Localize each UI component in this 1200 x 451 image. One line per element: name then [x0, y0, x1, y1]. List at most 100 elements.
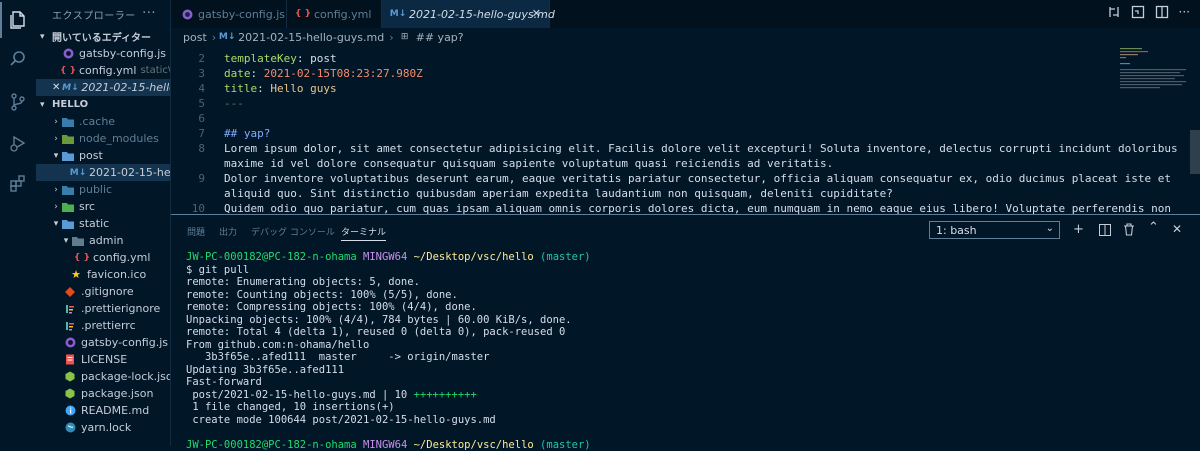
tree-item-admin[interactable]: ▾ admin: [36, 232, 170, 249]
tree-item-favicon[interactable]: ★ favicon.ico: [36, 266, 170, 283]
tree-item-config-yml[interactable]: { } config.yml: [36, 249, 170, 266]
close-icon[interactable]: ✕: [52, 82, 60, 93]
tree-item-node-modules[interactable]: › node_modules: [36, 130, 170, 147]
terminal-select[interactable]: 1: bash ⌄: [929, 221, 1060, 239]
open-editors-section[interactable]: ▾ 開いているエディター: [36, 28, 170, 45]
tree-item-prettierrc[interactable]: .prettierrc: [36, 317, 170, 334]
tree-item-label: post: [79, 149, 103, 162]
activity-bar: [0, 0, 37, 446]
tab-terminal[interactable]: ターミナル: [341, 225, 387, 241]
tab-config-yml[interactable]: { } config.yml: [287, 0, 382, 28]
tree-item-public[interactable]: › public: [36, 181, 170, 198]
info-icon: [64, 405, 76, 417]
tree-item-label: .gitignore: [81, 285, 134, 298]
tree-item-src[interactable]: › src: [36, 198, 170, 215]
more-actions-icon[interactable]: ···: [142, 6, 156, 21]
breadcrumb-folder[interactable]: post: [183, 31, 207, 44]
tree-item-label: config.yml: [93, 251, 151, 264]
tree-item-readme[interactable]: README.md: [36, 402, 170, 419]
terminal-output[interactable]: JW-PC-000182@PC-182-n-ohama MINGW64 ~/De…: [186, 251, 591, 451]
open-preview-icon[interactable]: [1131, 5, 1145, 22]
tree-item-gitignore[interactable]: .gitignore: [36, 283, 170, 300]
tree-item-gatsby-config[interactable]: gatsby-config.js: [36, 334, 170, 351]
terminal-line: 3b3f65e..afed111 master -> origin/master: [186, 351, 490, 363]
line-number: 9: [198, 172, 205, 185]
tree-item-license[interactable]: LICENSE: [36, 351, 170, 368]
tree-item-static[interactable]: ▾ static: [36, 215, 170, 232]
terminal-line: remote: Counting objects: 100% (5/5), do…: [186, 288, 458, 301]
terminal-line: 1 file changed, 10 insertions(+): [186, 401, 395, 413]
explorer-sidebar: エクスプローラー ··· ▾ 開いているエディター gatsby-config.…: [36, 0, 171, 446]
tree-item-yarn-lock[interactable]: yarn.lock: [36, 419, 170, 436]
chevron-down-icon: ▾: [63, 235, 69, 246]
code-editor[interactable]: 2 3 4 5 6 7 8 9 10 templateKey: post dat…: [171, 46, 1200, 214]
line-number: 2: [198, 52, 205, 65]
yaml-key: templateKey: [224, 52, 297, 65]
markdown-icon: M↓: [69, 167, 87, 178]
terminal-line: Fast-forward: [186, 376, 262, 388]
tree-item-post[interactable]: ▾ post: [36, 147, 170, 164]
tab-hello-md[interactable]: M↓ 2021-02-15-hello-guys.md ✕: [382, 0, 555, 28]
source-control-icon[interactable]: [6, 90, 30, 114]
code-line: aliquid quo. Sint distinctio quibusdam a…: [224, 187, 893, 200]
terminal-line: From github.com:n-ohama/hello: [186, 338, 370, 351]
trash-icon[interactable]: [1123, 223, 1135, 240]
compare-icon[interactable]: [1107, 5, 1121, 22]
tree-item-label: favicon.ico: [87, 268, 147, 281]
breadcrumb-file[interactable]: 2021-02-15-hello-guys.md: [238, 31, 384, 44]
editor-scrollbar[interactable]: [1190, 130, 1200, 174]
chevron-up-icon[interactable]: ⌃: [1148, 220, 1159, 235]
tab-label: config.yml: [314, 7, 372, 21]
terminal-diffstat: ++++++++++: [413, 388, 477, 401]
terminal-prompt: JW-PC-000182@PC-182-n-ohama MINGW64 ~/De…: [186, 251, 591, 263]
breadcrumb-symbol[interactable]: ## yap?: [416, 31, 464, 44]
tree-item-hello-md[interactable]: M↓ 2021-02-15-hell...: [36, 164, 170, 181]
tree-item-label: node_modules: [79, 132, 159, 145]
more-actions-icon[interactable]: ···: [1179, 5, 1190, 22]
code-line: templateKey: post: [224, 52, 337, 65]
star-icon: ★: [71, 268, 81, 281]
run-debug-icon[interactable]: [6, 131, 30, 155]
chevron-right-icon: ›: [54, 133, 58, 144]
open-editor-gatsby-config[interactable]: gatsby-config.js: [36, 45, 170, 62]
explorer-icon[interactable]: [0, 2, 30, 38]
tree-item-package-lock[interactable]: package-lock.json: [36, 368, 170, 385]
tree-item-prettierignore[interactable]: .prettierignore: [36, 300, 170, 317]
terminal-line: post/2021-02-15-hello-guys.md | 10: [186, 388, 414, 401]
git-icon: [64, 286, 76, 298]
line-number: 6: [198, 112, 205, 125]
tab-debug-console[interactable]: デバッグ コンソール: [251, 225, 335, 238]
split-editor-icon[interactable]: [1155, 5, 1169, 22]
close-icon[interactable]: ✕: [532, 7, 541, 20]
tab-output[interactable]: 出力: [219, 225, 237, 238]
open-editor-config-yml[interactable]: { } config.yml static\a...: [36, 62, 170, 79]
add-terminal-icon[interactable]: +: [1073, 222, 1084, 237]
minimap[interactable]: [1118, 46, 1188, 126]
chevron-right-icon: ›: [54, 184, 58, 195]
split-terminal-icon[interactable]: [1099, 224, 1111, 240]
tab-problems[interactable]: 問題: [187, 225, 205, 238]
yaml-value: 2021-02-15T08:23:27.980Z: [263, 67, 423, 80]
project-section[interactable]: ▾ HELLO: [36, 96, 170, 113]
folder-node-icon: [62, 133, 74, 145]
open-editor-hello-md[interactable]: ✕ M↓ 2021-02-15-hello...: [36, 79, 170, 96]
close-panel-icon[interactable]: ✕: [1172, 222, 1182, 236]
tree-item-label: package-lock.json: [81, 370, 171, 383]
tree-item-cache[interactable]: › .cache: [36, 113, 170, 130]
terminal-select-value: 1: bash: [936, 223, 977, 237]
folder-src-icon: [62, 201, 74, 213]
tree-item-label: static: [79, 217, 110, 230]
tab-gatsby-config[interactable]: gatsby-config.js: [171, 0, 287, 28]
code-line: Dolor inventore voluptatibus deserunt ea…: [224, 172, 1172, 185]
code-line: maxime id vel dolore consequatur quisqua…: [224, 157, 834, 170]
explorer-header: エクスプローラー ···: [36, 0, 170, 28]
tree-item-package-json[interactable]: package.json: [36, 385, 170, 402]
search-icon[interactable]: [6, 47, 30, 71]
extensions-icon[interactable]: [6, 171, 30, 195]
prompt-path: ~/Desktop/vsc/hello: [413, 438, 534, 451]
gatsby-icon: [64, 337, 76, 349]
prompt-user: JW-PC-000182@PC-182-n-ohama: [186, 438, 357, 451]
terminal-line: Updating 3b3f65e..afed111: [186, 363, 345, 376]
tree-item-label: README.md: [81, 404, 150, 417]
line-number: 8: [198, 142, 205, 155]
